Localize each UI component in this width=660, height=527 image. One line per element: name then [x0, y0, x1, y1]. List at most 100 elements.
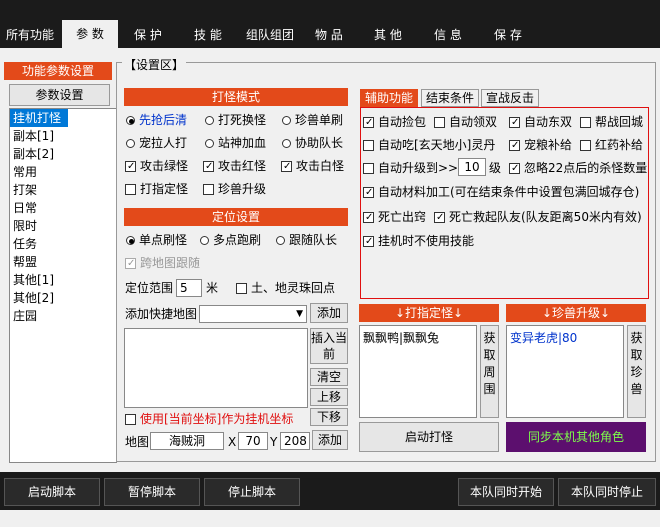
assist-leader-radio[interactable]: 协助队长 [282, 135, 343, 151]
menu-all-functions[interactable]: 所有功能 [4, 0, 56, 48]
radio-icon [205, 139, 214, 148]
list-item[interactable]: 日常 [10, 199, 116, 217]
list-item[interactable]: 限时 [10, 217, 116, 235]
pet-list[interactable]: 变异老虎|80 [506, 325, 624, 418]
list-item[interactable]: 任务 [10, 235, 116, 253]
checkbox-icon [363, 117, 374, 128]
y-label: Y [270, 435, 278, 449]
list-item[interactable]: 帮盟 [10, 253, 116, 271]
radio-icon [126, 139, 135, 148]
checkbox-icon [363, 163, 374, 174]
pet-levelup-checkbox[interactable]: 珍兽升级 [203, 181, 266, 197]
list-item[interactable]: 庄园 [10, 307, 116, 325]
quick-map-label: 添加快捷地图 [125, 307, 198, 321]
list-item[interactable]: 挂机打怪 [10, 109, 68, 127]
guild-war-return-checkbox[interactable]: 帮战回城 [580, 114, 643, 130]
checkbox-icon [580, 117, 591, 128]
auto-pickup-checkbox[interactable]: 自动捡包 [363, 114, 426, 130]
ignore-after-22-checkbox[interactable]: 忽略22点后的杀怪数量 [509, 160, 647, 176]
team-start-button[interactable]: 本队同时开始 [458, 478, 554, 506]
tab-end-conditions[interactable]: 结束条件 [421, 89, 480, 107]
category-list[interactable]: 挂机打怪 副本[1] 副本[2] 常用 打架 日常 限时 任务 帮盟 其他[1]… [9, 108, 117, 463]
team-stop-button[interactable]: 本队同时停止 [558, 478, 656, 506]
target-monster-header: ↓打指定怪↓ [359, 304, 499, 322]
map-list[interactable] [124, 328, 308, 408]
use-current-coord-checkbox[interactable]: 使用[当前坐标]作为挂机坐标 [125, 411, 293, 427]
pause-script-button[interactable]: 暂停脚本 [104, 478, 200, 506]
attack-green-checkbox[interactable]: 攻击绿怪 [125, 158, 188, 174]
chevron-down-icon: ▼ [296, 309, 303, 319]
first-grab-radio[interactable]: 先抢后清 [126, 112, 187, 128]
menu-skills[interactable]: 技 能 [192, 0, 224, 48]
add-map-button[interactable]: 添加 [310, 303, 348, 323]
checkbox-icon [363, 212, 374, 223]
auto-freeze-double-checkbox[interactable]: 自动东双 [509, 114, 572, 130]
param-settings-button[interactable]: 参数设置 [9, 84, 110, 106]
pet-pull-radio[interactable]: 宠拉人打 [126, 135, 187, 151]
menu-protect[interactable]: 保 护 [132, 0, 164, 48]
checkbox-icon [203, 161, 214, 172]
list-item[interactable]: 打架 [10, 181, 116, 199]
radio-icon [126, 116, 135, 125]
map-name-input[interactable]: 海贼洞 [150, 432, 224, 450]
list-item[interactable]: 其他[1] [10, 271, 116, 289]
pet-solo-radio[interactable]: 珍兽单刷 [282, 112, 343, 128]
list-item[interactable]: 飘飘鸭|飘飘兔 [363, 331, 439, 345]
attack-white-checkbox[interactable]: 攻击白怪 [281, 158, 344, 174]
position-header: 定位设置 [124, 208, 348, 226]
menu-save[interactable]: 保 存 [492, 0, 524, 48]
pet-food-checkbox[interactable]: 宠粮补给 [509, 137, 572, 153]
checkbox-icon [125, 184, 136, 195]
list-item[interactable]: 常用 [10, 163, 116, 181]
auto-material-checkbox[interactable]: 自动材料加工(可在结束条件中设置包满回城存仓) [363, 184, 639, 200]
stand-heal-radio[interactable]: 站神加血 [205, 135, 266, 151]
menu-team[interactable]: 组队组团 [244, 0, 296, 48]
get-pet-button[interactable]: 获取珍兽 [627, 325, 646, 418]
clear-button[interactable]: 清空 [310, 368, 348, 386]
sync-roles-button[interactable]: 同步本机其他角色 [506, 422, 646, 452]
move-up-button[interactable]: 上移 [310, 388, 348, 406]
target-monster-list[interactable]: 飘飘鸭|飘飘兔 [359, 325, 477, 418]
menu-items[interactable]: 物 品 [313, 0, 345, 48]
checkbox-icon [509, 163, 520, 174]
target-monster-checkbox[interactable]: 打指定怪 [125, 181, 188, 197]
revive-teammate-checkbox[interactable]: 死亡救起队友(队友距离50米内有效) [434, 209, 642, 225]
cross-map-follow-checkbox[interactable]: 跨地图跟随 [125, 255, 200, 271]
list-item[interactable]: 其他[2] [10, 289, 116, 307]
y-input[interactable]: 208 [280, 432, 310, 450]
menu-params[interactable]: 参 数 [62, 20, 118, 48]
list-item[interactable]: 副本[1] [10, 127, 116, 145]
get-nearby-button[interactable]: 获取周围 [480, 325, 499, 418]
radio-icon [200, 236, 209, 245]
stop-script-button[interactable]: 停止脚本 [204, 478, 300, 506]
tab-war-counter[interactable]: 宣战反击 [481, 89, 540, 107]
attack-red-checkbox[interactable]: 攻击红怪 [203, 158, 266, 174]
auto-double-checkbox[interactable]: 自动领双 [434, 114, 497, 130]
death-soul-checkbox[interactable]: 死亡出窍 [363, 209, 426, 225]
quick-map-select[interactable]: ▼ [199, 305, 307, 323]
range-input[interactable]: 5 [176, 279, 202, 297]
menu-other[interactable]: 其 他 [372, 0, 404, 48]
add-coord-button[interactable]: 添加 [312, 430, 348, 450]
list-item[interactable]: 副本[2] [10, 145, 116, 163]
kill-switch-radio[interactable]: 打死换怪 [205, 112, 266, 128]
move-down-button[interactable]: 下移 [310, 408, 348, 426]
earth-bead-checkbox[interactable]: 土、地灵珠回点 [236, 280, 335, 296]
follow-leader-radio[interactable]: 跟随队长 [276, 232, 337, 248]
list-item[interactable]: 变异老虎|80 [510, 331, 577, 345]
no-skill-checkbox[interactable]: 挂机时不使用技能 [363, 233, 474, 249]
auto-levelup-checkbox[interactable]: 自动升级到>> [363, 160, 458, 176]
multi-point-radio[interactable]: 多点跑刷 [200, 232, 261, 248]
start-script-button[interactable]: 启动脚本 [4, 478, 100, 506]
x-input[interactable]: 70 [238, 432, 268, 450]
insert-current-button[interactable]: 插入当前 [310, 328, 348, 364]
level-input[interactable]: 10 [458, 158, 486, 176]
tab-assist[interactable]: 辅助功能 [360, 89, 419, 107]
start-fight-button[interactable]: 启动打怪 [359, 422, 499, 452]
checkbox-icon [236, 283, 247, 294]
auto-pill-checkbox[interactable]: 自动吃[玄天地小]灵丹 [363, 137, 495, 153]
menu-info[interactable]: 信 息 [432, 0, 464, 48]
single-point-radio[interactable]: 单点刷怪 [126, 232, 187, 248]
fight-mode-header: 打怪模式 [124, 88, 348, 106]
red-potion-checkbox[interactable]: 红药补给 [580, 137, 643, 153]
